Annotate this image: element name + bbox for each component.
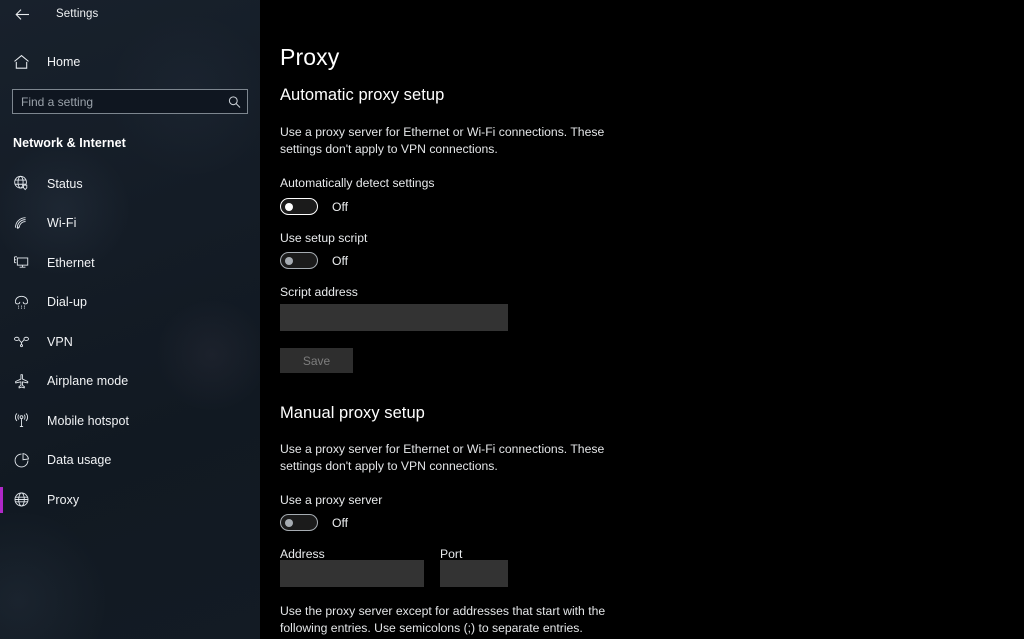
selection-accent-bar [0, 289, 3, 315]
selection-accent-bar [0, 250, 3, 276]
use-setup-script-label: Use setup script [280, 231, 368, 245]
toggle-knob [285, 256, 293, 265]
auto-detect-settings-label: Automatically detect settings [280, 176, 435, 190]
sidebar-item-status-label: Status [47, 176, 83, 191]
auto-detect-settings-toggle-row[interactable]: Off [280, 198, 348, 215]
search-icon[interactable] [228, 95, 241, 108]
dialup-phone-icon [13, 292, 33, 312]
sidebar-item-mobile-hotspot[interactable]: Mobile hotspot [0, 401, 260, 441]
sidebar-item-data-usage-label: Data usage [47, 453, 112, 468]
selection-accent-bar [0, 210, 3, 236]
sidebar-item-mobile-hotspot-label: Mobile hotspot [47, 413, 129, 428]
script-address-input[interactable] [280, 304, 508, 331]
use-proxy-server-state: Off [332, 515, 349, 530]
page-title: Proxy [280, 44, 340, 70]
proxy-exceptions-note: Use the proxy server except for addresse… [280, 604, 606, 635]
auto-detect-settings-state: Off [332, 199, 349, 214]
search-input[interactable] [13, 90, 247, 113]
toggle-knob [285, 202, 293, 211]
manual-proxy-setup-description: Use a proxy server for Ethernet or Wi-Fi… [280, 442, 605, 473]
use-proxy-server-toggle[interactable] [280, 514, 318, 531]
sidebar-item-proxy[interactable]: Proxy [0, 480, 260, 520]
home-icon [13, 53, 35, 71]
selection-accent-bar [0, 171, 3, 197]
sidebar-item-airplane-mode[interactable]: Airplane mode [0, 362, 260, 402]
selection-accent-bar [0, 486, 3, 513]
selection-accent-bar [0, 329, 3, 355]
sidebar-item-vpn-label: VPN [47, 334, 73, 349]
status-globe-icon [13, 174, 33, 194]
automatic-proxy-setup-description: Use a proxy server for Ethernet or Wi-Fi… [280, 125, 605, 156]
script-address-label: Script address [280, 285, 358, 299]
sidebar-item-proxy-label: Proxy [47, 492, 80, 507]
use-proxy-server-label: Use a proxy server [280, 493, 383, 507]
proxy-settings-pane: Proxy Automatic proxy setup Use a proxy … [260, 0, 1024, 639]
sidebar-item-ethernet[interactable]: Ethernet [0, 243, 260, 283]
automatic-proxy-setup-heading: Automatic proxy setup [280, 86, 445, 104]
sidebar-item-dialup[interactable]: Dial-up [0, 283, 260, 323]
airplane-icon [13, 371, 33, 391]
selection-accent-bar [0, 447, 3, 473]
sidebar-item-data-usage[interactable]: Data usage [0, 441, 260, 481]
use-setup-script-state: Off [332, 253, 349, 268]
settings-sidebar: Settings Home Find a setting Network & I… [0, 0, 260, 639]
address-label: Address [280, 547, 325, 561]
sidebar-item-ethernet-label: Ethernet [47, 255, 95, 270]
sidebar-item-wifi[interactable]: Wi-Fi [0, 204, 260, 244]
sidebar-item-airplane-mode-label: Airplane mode [47, 374, 129, 389]
use-proxy-server-toggle-row[interactable]: Off [280, 514, 348, 531]
use-setup-script-toggle[interactable] [280, 252, 318, 269]
sidebar-item-status[interactable]: Status [0, 164, 260, 204]
hotspot-signal-icon [13, 411, 33, 431]
manual-proxy-setup-heading: Manual proxy setup [280, 404, 425, 422]
sidebar-category-label: Network & Internet [13, 136, 126, 150]
selection-accent-bar [0, 368, 3, 394]
sidebar-item-vpn[interactable]: VPN [0, 322, 260, 362]
search-box[interactable] [12, 89, 248, 114]
sidebar-item-home-label: Home [47, 55, 81, 69]
auto-detect-settings-toggle[interactable] [280, 198, 318, 215]
sidebar-nav-list: Status Wi-Fi Ethernet Dial-up VPN Airpla… [0, 164, 260, 520]
globe-icon [13, 490, 33, 510]
save-button[interactable]: Save [280, 348, 353, 373]
toggle-knob [285, 518, 293, 527]
use-setup-script-toggle-row[interactable]: Off [280, 252, 348, 269]
titlebar: Settings [0, 0, 260, 28]
ethernet-monitor-icon [13, 253, 33, 273]
titlebar-title: Settings [56, 8, 99, 20]
sidebar-item-dialup-label: Dial-up [47, 295, 87, 310]
vpn-nodes-icon [13, 332, 33, 352]
wifi-icon [13, 213, 33, 233]
settings-window: Settings Home Find a setting Network & I… [0, 0, 1024, 639]
selection-accent-bar [0, 408, 3, 434]
port-input[interactable] [440, 560, 508, 587]
back-arrow-icon[interactable] [8, 1, 36, 27]
pie-chart-icon [13, 450, 33, 470]
sidebar-item-wifi-label: Wi-Fi [47, 216, 77, 231]
port-label: Port [440, 547, 463, 561]
address-input[interactable] [280, 560, 424, 587]
sidebar-item-home[interactable]: Home [0, 46, 260, 78]
